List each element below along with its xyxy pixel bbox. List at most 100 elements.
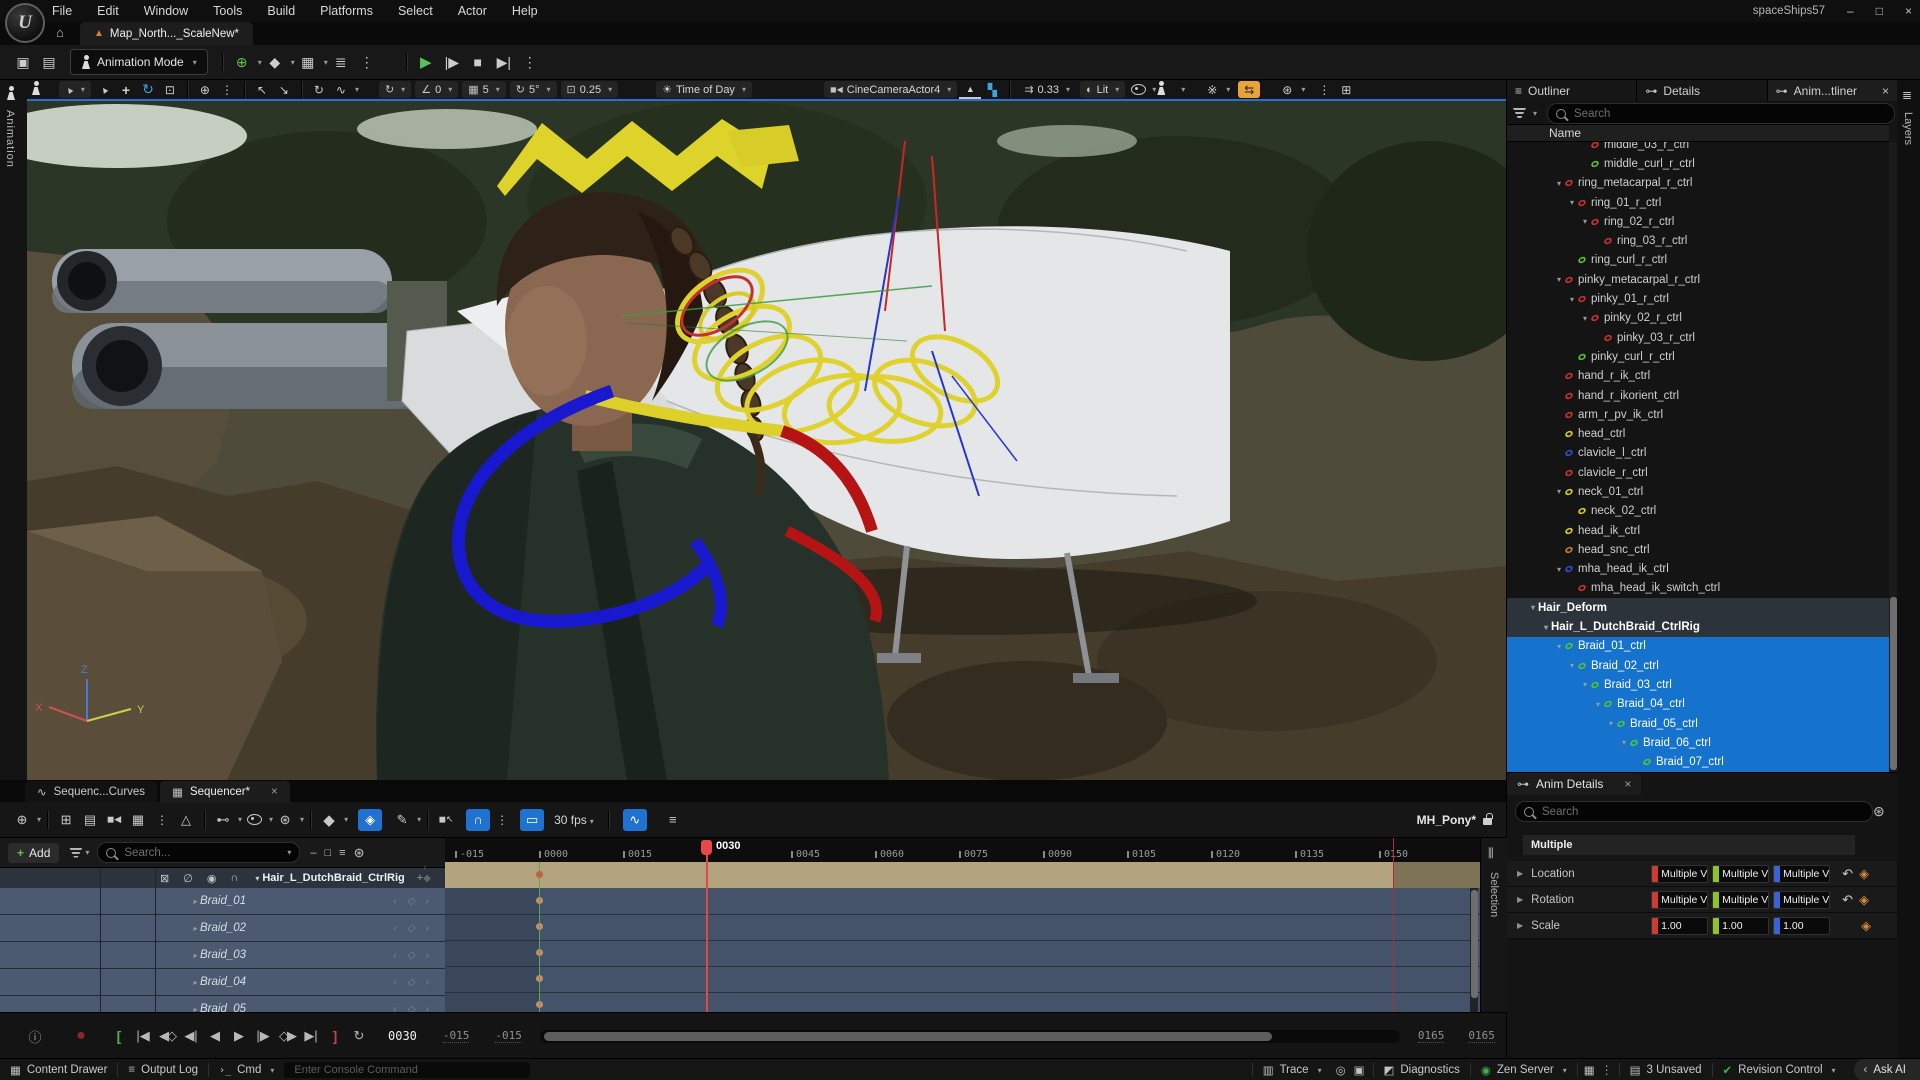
outliner-item-clavicle_l_ctrl[interactable]: clavicle_l_ctrl — [1507, 444, 1889, 463]
working-range-end[interactable]: 0165 — [1418, 1029, 1445, 1043]
maximize-button[interactable]: □ — [1876, 4, 1883, 18]
sequencer-track-Braid_01[interactable]: ▸Braid_01‹ ◇ › — [0, 888, 445, 915]
jump-to-end-button[interactable]: ▶| — [300, 1025, 322, 1047]
browse-content-icon[interactable]: ▤ — [36, 50, 62, 74]
add-keyframe-icon[interactable]: ◈ — [1859, 892, 1869, 908]
sequencer-track-Braid_02[interactable]: ▸Braid_02‹ ◇ › — [0, 915, 445, 942]
expander-arrow-icon[interactable]: ▾ — [1541, 623, 1551, 632]
outliner-item-head_snc_ctrl[interactable]: head_snc_ctrl — [1507, 540, 1889, 559]
selection-tab-label[interactable]: Selection — [1488, 872, 1500, 917]
zen-server-dropdown[interactable]: ◉ Zen Server▾ — [1471, 1059, 1577, 1080]
jump-to-start-button[interactable]: |◀ — [132, 1025, 154, 1047]
camera-cut-lock-icon[interactable]: ◼↖ — [434, 809, 458, 831]
outliner-item-Braid_06_ctrl[interactable]: ▾Braid_06_ctrl — [1507, 733, 1889, 752]
current-frame-value[interactable]: 0030 — [388, 1029, 417, 1043]
add-keyframe-icon[interactable]: ◈ — [1861, 918, 1871, 934]
next-key-button[interactable]: ◇▶ — [276, 1025, 298, 1047]
clapper-options-dots[interactable]: ⋮ — [150, 809, 174, 831]
track-expander-icon[interactable]: ▸ — [190, 978, 200, 987]
outliner-item-arm_r_pv_ik_ctrl[interactable]: arm_r_pv_ik_ctrl — [1507, 405, 1889, 424]
menu-item-file[interactable]: File — [52, 4, 72, 18]
sequencer-track-Braid_04[interactable]: ▸Braid_04‹ ◇ › — [0, 969, 445, 996]
spline-tool-icon[interactable]: ∿ — [330, 81, 352, 98]
menu-item-help[interactable]: Help — [512, 4, 538, 18]
derived-data-icon[interactable]: ▦ — [1584, 1063, 1595, 1077]
expander-arrow-icon[interactable]: ▾ — [1580, 217, 1590, 226]
audio-column-icon[interactable]: ∩ — [230, 872, 238, 885]
track-filter-icon[interactable] — [69, 848, 82, 858]
expander-arrow-icon[interactable]: ▾ — [1593, 700, 1603, 709]
ask-ai-button[interactable]: ‹ Ask AI — [1854, 1059, 1920, 1080]
expander-arrow-icon[interactable]: ▾ — [1554, 487, 1564, 496]
key-nav-icons[interactable]: ‹ ◇ › — [393, 923, 433, 934]
row-expander-icon[interactable]: ▶ — [1517, 869, 1523, 878]
add-keyframe-icon[interactable]: ◈ — [1859, 866, 1869, 882]
property-value-field[interactable]: Multiple V — [1773, 865, 1830, 883]
outliner-item-Hair_L_DutchBraid_CtrlRig[interactable]: ▾Hair_L_DutchBraid_CtrlRig — [1507, 617, 1889, 636]
property-value-field[interactable]: Multiple V — [1712, 891, 1769, 909]
property-value-field[interactable]: 1.00 — [1773, 917, 1830, 935]
outliner-item-mha_head_ik_switch_ctrl[interactable]: mha_head_ik_switch_ctrl — [1507, 579, 1889, 598]
anim-details-search-input[interactable] — [1540, 805, 1864, 819]
range-start-bracket[interactable]: [ — [108, 1025, 130, 1047]
maximize-viewport-icon[interactable]: ⊞ — [1335, 81, 1357, 98]
animation-mode-icon[interactable] — [6, 86, 16, 100]
tab-animtliner[interactable]: ⊶Anim...tliner× — [1768, 80, 1898, 101]
console-command-field[interactable] — [284, 1062, 530, 1078]
clapperboard-icon[interactable]: ▦ — [126, 809, 150, 831]
level-tab[interactable]: ▲ Map_North..._ScaleNew* — [80, 22, 253, 45]
outliner-item-hand_r_ikorient_ctrl[interactable]: hand_r_ikorient_ctrl — [1507, 386, 1889, 405]
outliner-item-Braid_05_ctrl[interactable]: ▾Braid_05_ctrl — [1507, 714, 1889, 733]
curve-editor-toggle[interactable]: ∿ — [623, 809, 647, 831]
view-mode-dropdown[interactable]: ◐ Lit▾ — [1080, 81, 1125, 98]
outliner-item-hand_r_ik_ctrl[interactable]: hand_r_ik_ctrl — [1507, 367, 1889, 386]
expander-arrow-icon[interactable]: ▾ — [1554, 275, 1564, 284]
world-space-icon[interactable]: ⊕ — [194, 81, 216, 98]
expander-arrow-icon[interactable]: ▾ — [1580, 680, 1590, 689]
outliner-name-header[interactable]: Name — [1507, 124, 1889, 142]
rotate-tool-icon[interactable]: ↻ — [137, 81, 159, 98]
outliner-item-Braid_01_ctrl[interactable]: ▾Braid_01_ctrl — [1507, 637, 1889, 656]
stop-button[interactable]: ■ — [465, 50, 491, 74]
add-actor-icon[interactable]: ⊕ — [229, 50, 255, 74]
cinematic-control-toggle[interactable]: ⇆ — [1238, 81, 1260, 98]
loop-mode-button[interactable]: ↻ — [348, 1025, 370, 1047]
revert-icon[interactable]: ↶ — [1842, 892, 1853, 908]
working-range-start[interactable]: -015 — [495, 1029, 522, 1043]
menu-item-edit[interactable]: Edit — [97, 4, 119, 18]
console-command-input[interactable] — [292, 1063, 522, 1077]
outliner-scrollbar-thumb[interactable] — [1890, 597, 1897, 770]
outliner-item-pinky_metacarpal_r_ctrl[interactable]: ▾pinky_metacarpal_r_ctrl — [1507, 270, 1889, 289]
anim-details-close-icon[interactable]: × — [1624, 777, 1631, 791]
trace-snapshot-icon[interactable]: ▣ — [1354, 1063, 1365, 1077]
outliner-item-middle_curl_r_ctrl[interactable]: middle_curl_r_ctrl — [1507, 154, 1889, 173]
minimize-button[interactable]: – — [1847, 4, 1854, 18]
play-button[interactable]: ▶ — [413, 50, 439, 74]
transform-options-dots[interactable]: ⋮ — [216, 81, 238, 98]
timeline-key-area[interactable] — [445, 888, 1480, 1012]
outliner-filter-icon[interactable] — [1513, 108, 1526, 118]
solo-column-icon[interactable]: ◉ — [207, 872, 217, 885]
preview-effects-icon[interactable]: ※ — [1201, 81, 1223, 98]
eject-camera-icon[interactable]: ▲ — [959, 80, 981, 99]
play-options-dots[interactable]: ⋮ — [517, 50, 543, 74]
select-parent-icon[interactable]: ↘ — [273, 81, 295, 98]
world-icon[interactable]: ⊕ — [10, 809, 34, 831]
sequencer-track-Braid_03[interactable]: ▸Braid_03‹ ◇ › — [0, 942, 445, 969]
blueprints-icon[interactable]: ◆ — [262, 50, 288, 74]
render-movie-icon[interactable]: △ — [174, 809, 198, 831]
auto-key-pen-icon[interactable]: ✎ — [390, 809, 414, 831]
outliner-item-head_ctrl[interactable]: head_ctrl — [1507, 424, 1889, 443]
close-button[interactable]: × — [1905, 4, 1912, 18]
unlocked-icon[interactable] — [1483, 818, 1492, 825]
rotation-snap-toggle[interactable]: ↻▾ — [379, 81, 411, 98]
layers-icon[interactable]: ≣ — [1902, 88, 1912, 102]
previous-key-button[interactable]: ◀◇ — [156, 1025, 178, 1047]
menu-item-platforms[interactable]: Platforms — [320, 4, 373, 18]
keyframe-options-icon[interactable]: ◆ — [317, 809, 341, 831]
key-channels-toggle[interactable]: ◈ — [358, 809, 382, 831]
anim-details-search[interactable] — [1515, 801, 1873, 822]
view-density-normal-icon[interactable]: □ — [325, 847, 332, 859]
menu-item-actor[interactable]: Actor — [458, 4, 487, 18]
camera-grid-icon[interactable]: ▚ — [981, 81, 1003, 98]
